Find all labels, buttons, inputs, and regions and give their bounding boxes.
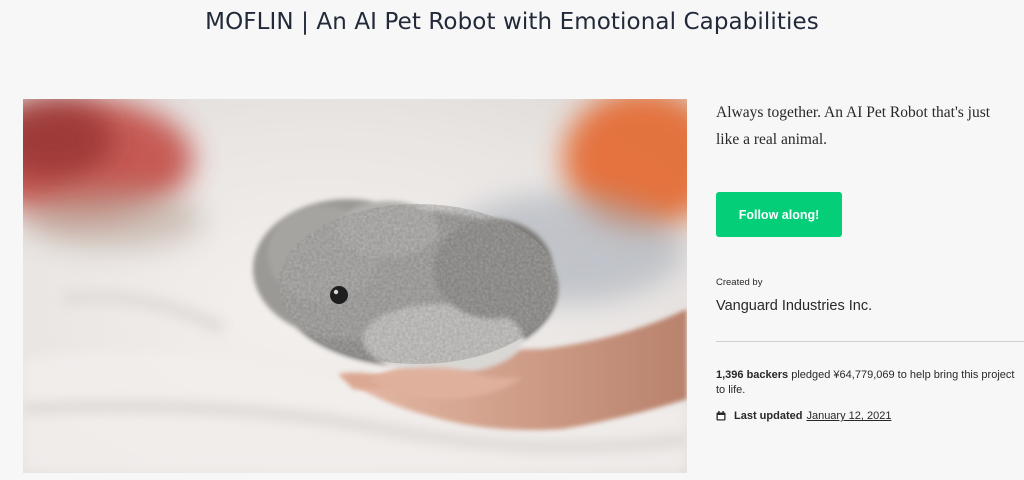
follow-along-button[interactable]: Follow along! [716, 192, 842, 237]
created-by-label: Created by [716, 277, 763, 288]
last-updated: Last updated January 12, 2021 [716, 410, 891, 422]
page-title: MOFLIN | An AI Pet Robot with Emotional … [205, 9, 819, 35]
calendar-icon [716, 411, 726, 421]
divider [716, 341, 1024, 342]
funding-summary: 1,396 backers pledged ¥64,779,069 to hel… [716, 368, 1016, 398]
project-tagline: Always together. An AI Pet Robot that's … [716, 104, 991, 148]
backers-count: 1,396 backers [716, 369, 789, 381]
project-hero-image[interactable] [23, 99, 687, 473]
last-updated-label: Last updated [734, 410, 803, 422]
hero-photo [23, 99, 687, 473]
project-sidebar: Always together. An AI Pet Robot that's … [716, 99, 1024, 422]
project-page: MOFLIN | An AI Pet Robot with Emotional … [0, 0, 1024, 480]
last-updated-date-link[interactable]: January 12, 2021 [806, 410, 891, 422]
creator-name-link[interactable]: Vanguard Industries Inc. [716, 298, 872, 314]
